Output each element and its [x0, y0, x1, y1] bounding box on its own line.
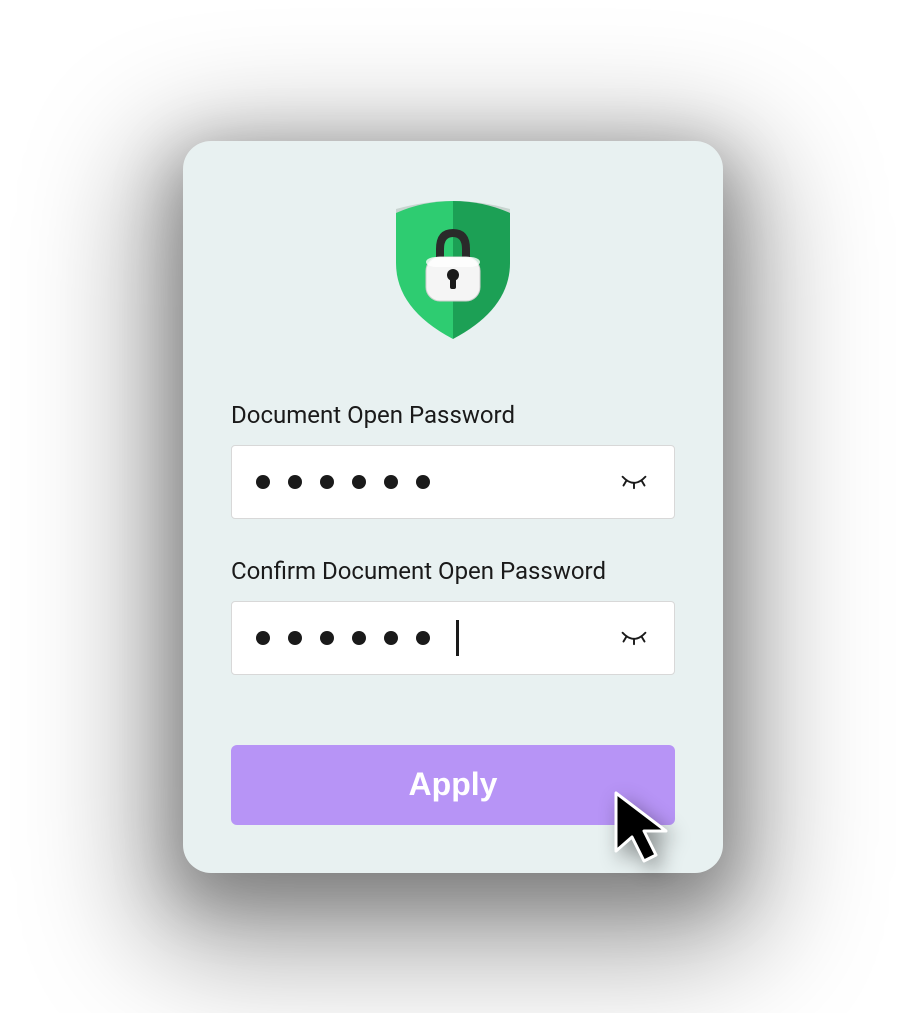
confirm-password-input[interactable]	[231, 601, 675, 675]
apply-button-label: Apply	[409, 766, 498, 802]
shield-lock-icon	[388, 191, 518, 341]
text-cursor	[456, 620, 459, 656]
confirm-password-masked-value	[256, 620, 618, 656]
apply-button[interactable]: Apply	[231, 745, 675, 825]
mouse-cursor-icon	[610, 789, 680, 867]
toggle-confirm-password-visibility-icon[interactable]	[618, 622, 650, 654]
password-masked-value	[256, 475, 618, 489]
toggle-password-visibility-icon[interactable]	[618, 466, 650, 498]
confirm-password-label: Confirm Document Open Password	[231, 557, 675, 585]
password-field-group: Document Open Password	[231, 401, 675, 519]
shield-icon-container	[231, 191, 675, 341]
password-input[interactable]	[231, 445, 675, 519]
password-dialog: Document Open Password Confirm Do	[183, 141, 723, 873]
confirm-password-field-group: Confirm Document Open Password	[231, 557, 675, 675]
password-label: Document Open Password	[231, 401, 675, 429]
